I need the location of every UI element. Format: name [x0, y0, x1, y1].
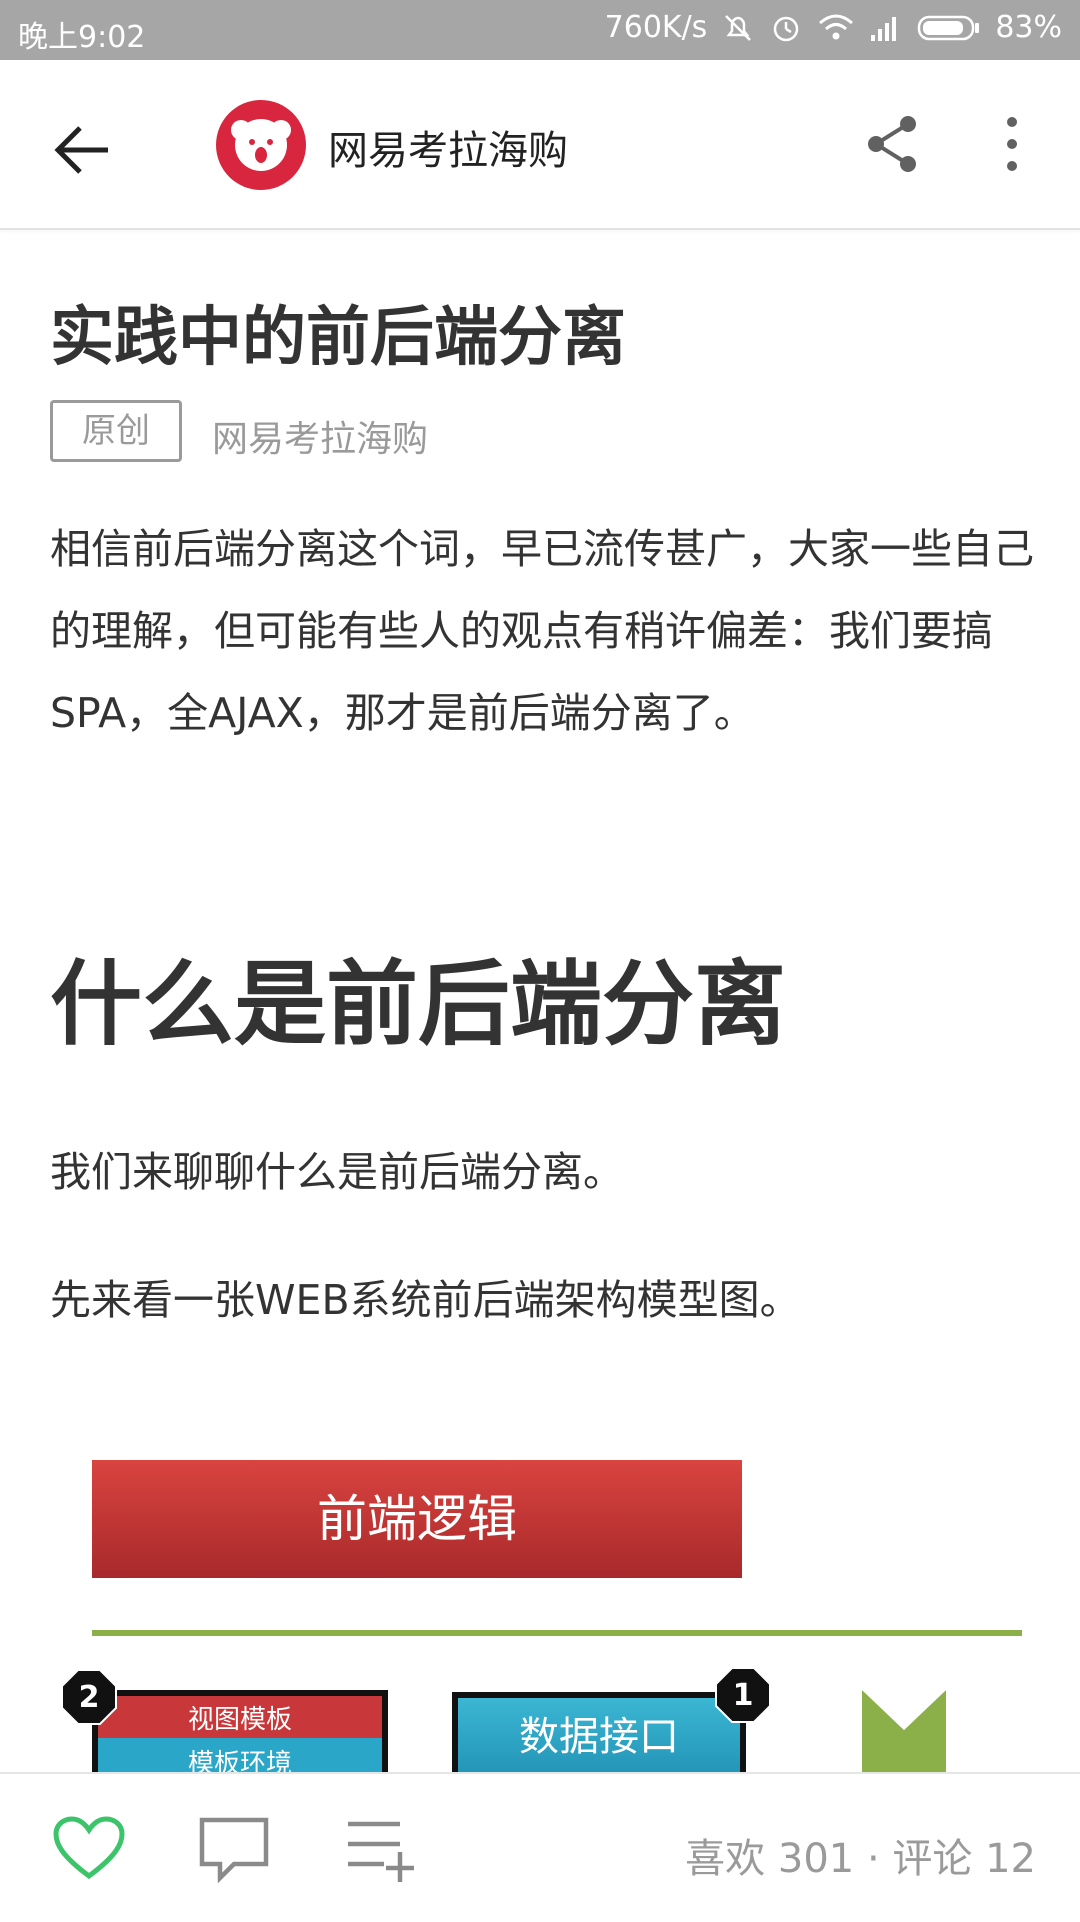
- section-heading: 什么是前后端分离: [50, 951, 787, 1058]
- green-divider: [92, 1630, 1022, 1636]
- back-arrow-icon[interactable]: [50, 116, 118, 184]
- frontend-logic-label: 前端逻辑: [317, 1490, 517, 1548]
- data-api-label: 数据接口: [519, 1714, 679, 1760]
- network-speed: 760K/s: [604, 10, 708, 45]
- architecture-diagram: 前端逻辑 视图模板 模板环境 2 数据接口 1: [50, 1460, 1030, 1772]
- template-env-label: 模板环境: [188, 1749, 292, 1772]
- view-template-label: 视图模板: [188, 1705, 292, 1735]
- paragraph-2: 先来看一张WEB系统前后端架构模型图。: [50, 1276, 801, 1324]
- account-name[interactable]: 网易考拉海购: [328, 118, 568, 176]
- mute-icon: [725, 14, 752, 41]
- intro-paragraph: 相信前后端分离这个词，早已流传甚广，大家一些自己的理解，但可能有些人的观点有稍许…: [50, 525, 1034, 737]
- step-2-number: 2: [79, 1680, 100, 1715]
- heart-icon[interactable]: [52, 1816, 126, 1882]
- step-1-number: 1: [733, 1678, 754, 1713]
- battery-icon: [918, 15, 980, 40]
- battery-percent: 83%: [995, 10, 1062, 45]
- signal-icon: [871, 16, 897, 41]
- likes-comments-stats: 喜欢 301 · 评论 12: [685, 1836, 1036, 1882]
- wifi-icon: [819, 14, 854, 39]
- bottom-bar: 喜欢 301 · 评论 12: [0, 1772, 1080, 1922]
- status-time: 晚上9:02: [18, 20, 146, 55]
- article-author[interactable]: 网易考拉海购: [212, 410, 428, 462]
- alarm-icon: [774, 16, 799, 41]
- status-right: 760K/s 83%: [605, 10, 1062, 45]
- comment-icon[interactable]: [198, 1816, 270, 1884]
- paragraph-1: 我们来聊聊什么是前后端分离。: [50, 1148, 624, 1196]
- article-title: 实践中的前后端分离: [50, 301, 626, 375]
- original-badge: 原创: [50, 400, 182, 462]
- koala-logo[interactable]: [216, 100, 306, 190]
- add-to-list-icon[interactable]: [344, 1816, 418, 1884]
- more-vert-icon[interactable]: [992, 110, 1032, 178]
- app-bar: 网易考拉海购: [0, 60, 1080, 230]
- status-bar: 晚上9:02 760K/s 83%: [0, 0, 1080, 60]
- share-icon[interactable]: [858, 110, 926, 178]
